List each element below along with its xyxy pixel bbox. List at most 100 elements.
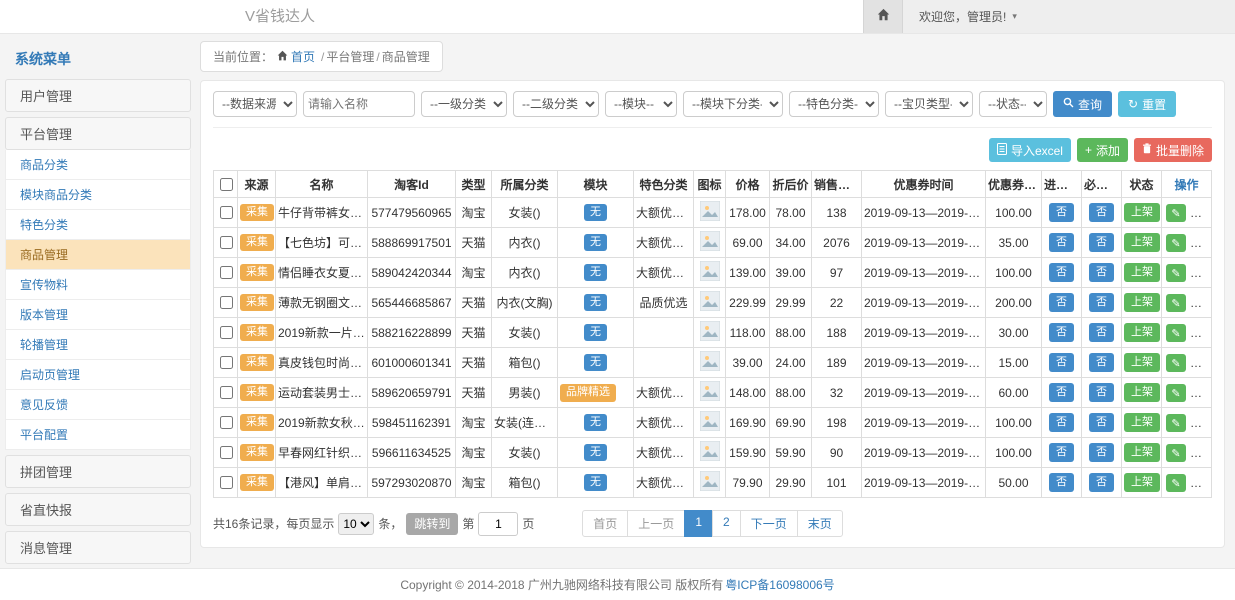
module-sub-category-select[interactable]: --模块下分类-- <box>683 91 783 117</box>
status-toggle[interactable]: 上架 <box>1124 383 1160 401</box>
edit-button[interactable]: ✎ <box>1166 474 1186 492</box>
import-select-toggle[interactable]: 否 <box>1049 473 1074 491</box>
sidebar-item-5[interactable]: 特色分类 <box>5 210 191 240</box>
sidebar-item-10[interactable]: 启动页管理 <box>5 360 191 390</box>
status-toggle[interactable]: 上架 <box>1124 413 1160 431</box>
status-select[interactable]: --状态-- <box>979 91 1047 117</box>
user-menu[interactable]: 欢迎您，管理员! ▾ <box>903 0 1235 33</box>
sidebar-item-13[interactable]: 拼团管理 <box>5 455 191 488</box>
row-checkbox[interactable] <box>220 236 233 249</box>
excel-file-icon <box>997 143 1007 158</box>
reset-button[interactable]: ↻ 重置 <box>1118 91 1176 117</box>
row-checkbox[interactable] <box>220 476 233 489</box>
sidebar-item-14[interactable]: 省直快报 <box>5 493 191 526</box>
must-buy-toggle[interactable]: 否 <box>1089 263 1114 281</box>
sidebar-item-9[interactable]: 轮播管理 <box>5 330 191 360</box>
home-button[interactable] <box>863 0 903 33</box>
must-buy-toggle[interactable]: 否 <box>1089 443 1114 461</box>
cell-checkbox <box>214 198 238 228</box>
row-checkbox[interactable] <box>220 296 233 309</box>
edit-button[interactable]: ✎ <box>1166 294 1186 312</box>
must-buy-toggle[interactable]: 否 <box>1089 353 1114 371</box>
edit-button[interactable]: ✎ <box>1166 444 1186 462</box>
import-select-toggle[interactable]: 否 <box>1049 323 1074 341</box>
page-button-下一页[interactable]: 下一页 <box>740 510 798 537</box>
data-source-select[interactable]: --数据来源-- <box>213 91 297 117</box>
module-select[interactable]: --模块-- <box>605 91 677 117</box>
status-toggle[interactable]: 上架 <box>1124 293 1160 311</box>
row-checkbox[interactable] <box>220 206 233 219</box>
row-checkbox[interactable] <box>220 266 233 279</box>
jump-button[interactable]: 跳转到 <box>406 513 458 535</box>
sidebar-item-8[interactable]: 版本管理 <box>5 300 191 330</box>
import-select-toggle[interactable]: 否 <box>1049 353 1074 371</box>
sidebar-item-1[interactable]: 用户管理 <box>5 79 191 112</box>
import-excel-button[interactable]: 导入excel <box>989 138 1071 162</box>
status-toggle[interactable]: 上架 <box>1124 473 1160 491</box>
status-toggle[interactable]: 上架 <box>1124 233 1160 251</box>
feature-category-select[interactable]: --特色分类-- <box>789 91 879 117</box>
must-buy-toggle[interactable]: 否 <box>1089 323 1114 341</box>
edit-button[interactable]: ✎ <box>1166 234 1186 252</box>
page-button-1[interactable]: 1 <box>684 510 713 537</box>
query-button[interactable]: 查询 <box>1053 91 1112 117</box>
add-button[interactable]: + 添加 <box>1077 138 1128 162</box>
level1-category-select[interactable]: --一级分类-- <box>421 91 507 117</box>
import-select-toggle[interactable]: 否 <box>1049 443 1074 461</box>
must-buy-toggle[interactable]: 否 <box>1089 383 1114 401</box>
must-buy-toggle[interactable]: 否 <box>1089 293 1114 311</box>
sidebar-item-6[interactable]: 商品管理 <box>5 240 191 270</box>
sidebar-item-7[interactable]: 宣传物料 <box>5 270 191 300</box>
icp-link[interactable]: 粤ICP备16098006号 <box>725 576 834 593</box>
cell-actions: ✎ <box>1162 468 1212 498</box>
row-checkbox[interactable] <box>220 416 233 429</box>
import-select-toggle[interactable]: 否 <box>1049 233 1074 251</box>
edit-button[interactable]: ✎ <box>1166 354 1186 372</box>
must-buy-toggle[interactable]: 否 <box>1089 203 1114 221</box>
sidebar-item-15[interactable]: 消息管理 <box>5 531 191 564</box>
row-checkbox[interactable] <box>220 356 233 369</box>
status-toggle[interactable]: 上架 <box>1124 263 1160 281</box>
level2-category-select[interactable]: --二级分类-- <box>513 91 599 117</box>
sidebar-item-12[interactable]: 平台配置 <box>5 420 191 450</box>
batch-delete-button[interactable]: 批量删除 <box>1134 138 1212 162</box>
edit-button[interactable]: ✎ <box>1166 324 1186 342</box>
per-page-select[interactable]: 10 <box>338 513 374 535</box>
page-button-2[interactable]: 2 <box>712 510 741 537</box>
cell-icon <box>694 408 726 438</box>
status-toggle[interactable]: 上架 <box>1124 323 1160 341</box>
page-button-末页[interactable]: 末页 <box>797 510 843 537</box>
page-button-首页[interactable]: 首页 <box>582 510 628 537</box>
import-select-toggle[interactable]: 否 <box>1049 413 1074 431</box>
import-select-toggle[interactable]: 否 <box>1049 263 1074 281</box>
cell-coupon-time: 2019-09-13—2019-09-17 <box>862 288 986 318</box>
must-buy-toggle[interactable]: 否 <box>1089 233 1114 251</box>
import-select-toggle[interactable]: 否 <box>1049 293 1074 311</box>
edit-button[interactable]: ✎ <box>1166 384 1186 402</box>
page-button-上一页[interactable]: 上一页 <box>627 510 685 537</box>
edit-button[interactable]: ✎ <box>1166 264 1186 282</box>
edit-button[interactable]: ✎ <box>1166 204 1186 222</box>
import-select-toggle[interactable]: 否 <box>1049 203 1074 221</box>
cell-status: 上架 <box>1122 348 1162 378</box>
row-checkbox[interactable] <box>220 446 233 459</box>
edit-button[interactable]: ✎ <box>1166 414 1186 432</box>
item-type-select[interactable]: --宝贝类型-- <box>885 91 973 117</box>
must-buy-toggle[interactable]: 否 <box>1089 473 1114 491</box>
module-badge: 无 <box>584 354 607 371</box>
name-input[interactable] <box>303 91 415 117</box>
sidebar-item-2[interactable]: 平台管理 <box>5 117 191 150</box>
select-all-checkbox[interactable] <box>220 178 233 191</box>
row-checkbox[interactable] <box>220 386 233 399</box>
jump-page-input[interactable] <box>478 512 518 536</box>
status-toggle[interactable]: 上架 <box>1124 443 1160 461</box>
sidebar-item-3[interactable]: 商品分类 <box>5 150 191 180</box>
breadcrumb-home-link[interactable]: 首页 <box>277 48 315 65</box>
row-checkbox[interactable] <box>220 326 233 339</box>
status-toggle[interactable]: 上架 <box>1124 353 1160 371</box>
status-toggle[interactable]: 上架 <box>1124 203 1160 221</box>
sidebar-item-4[interactable]: 模块商品分类 <box>5 180 191 210</box>
import-select-toggle[interactable]: 否 <box>1049 383 1074 401</box>
sidebar-item-11[interactable]: 意见反馈 <box>5 390 191 420</box>
must-buy-toggle[interactable]: 否 <box>1089 413 1114 431</box>
